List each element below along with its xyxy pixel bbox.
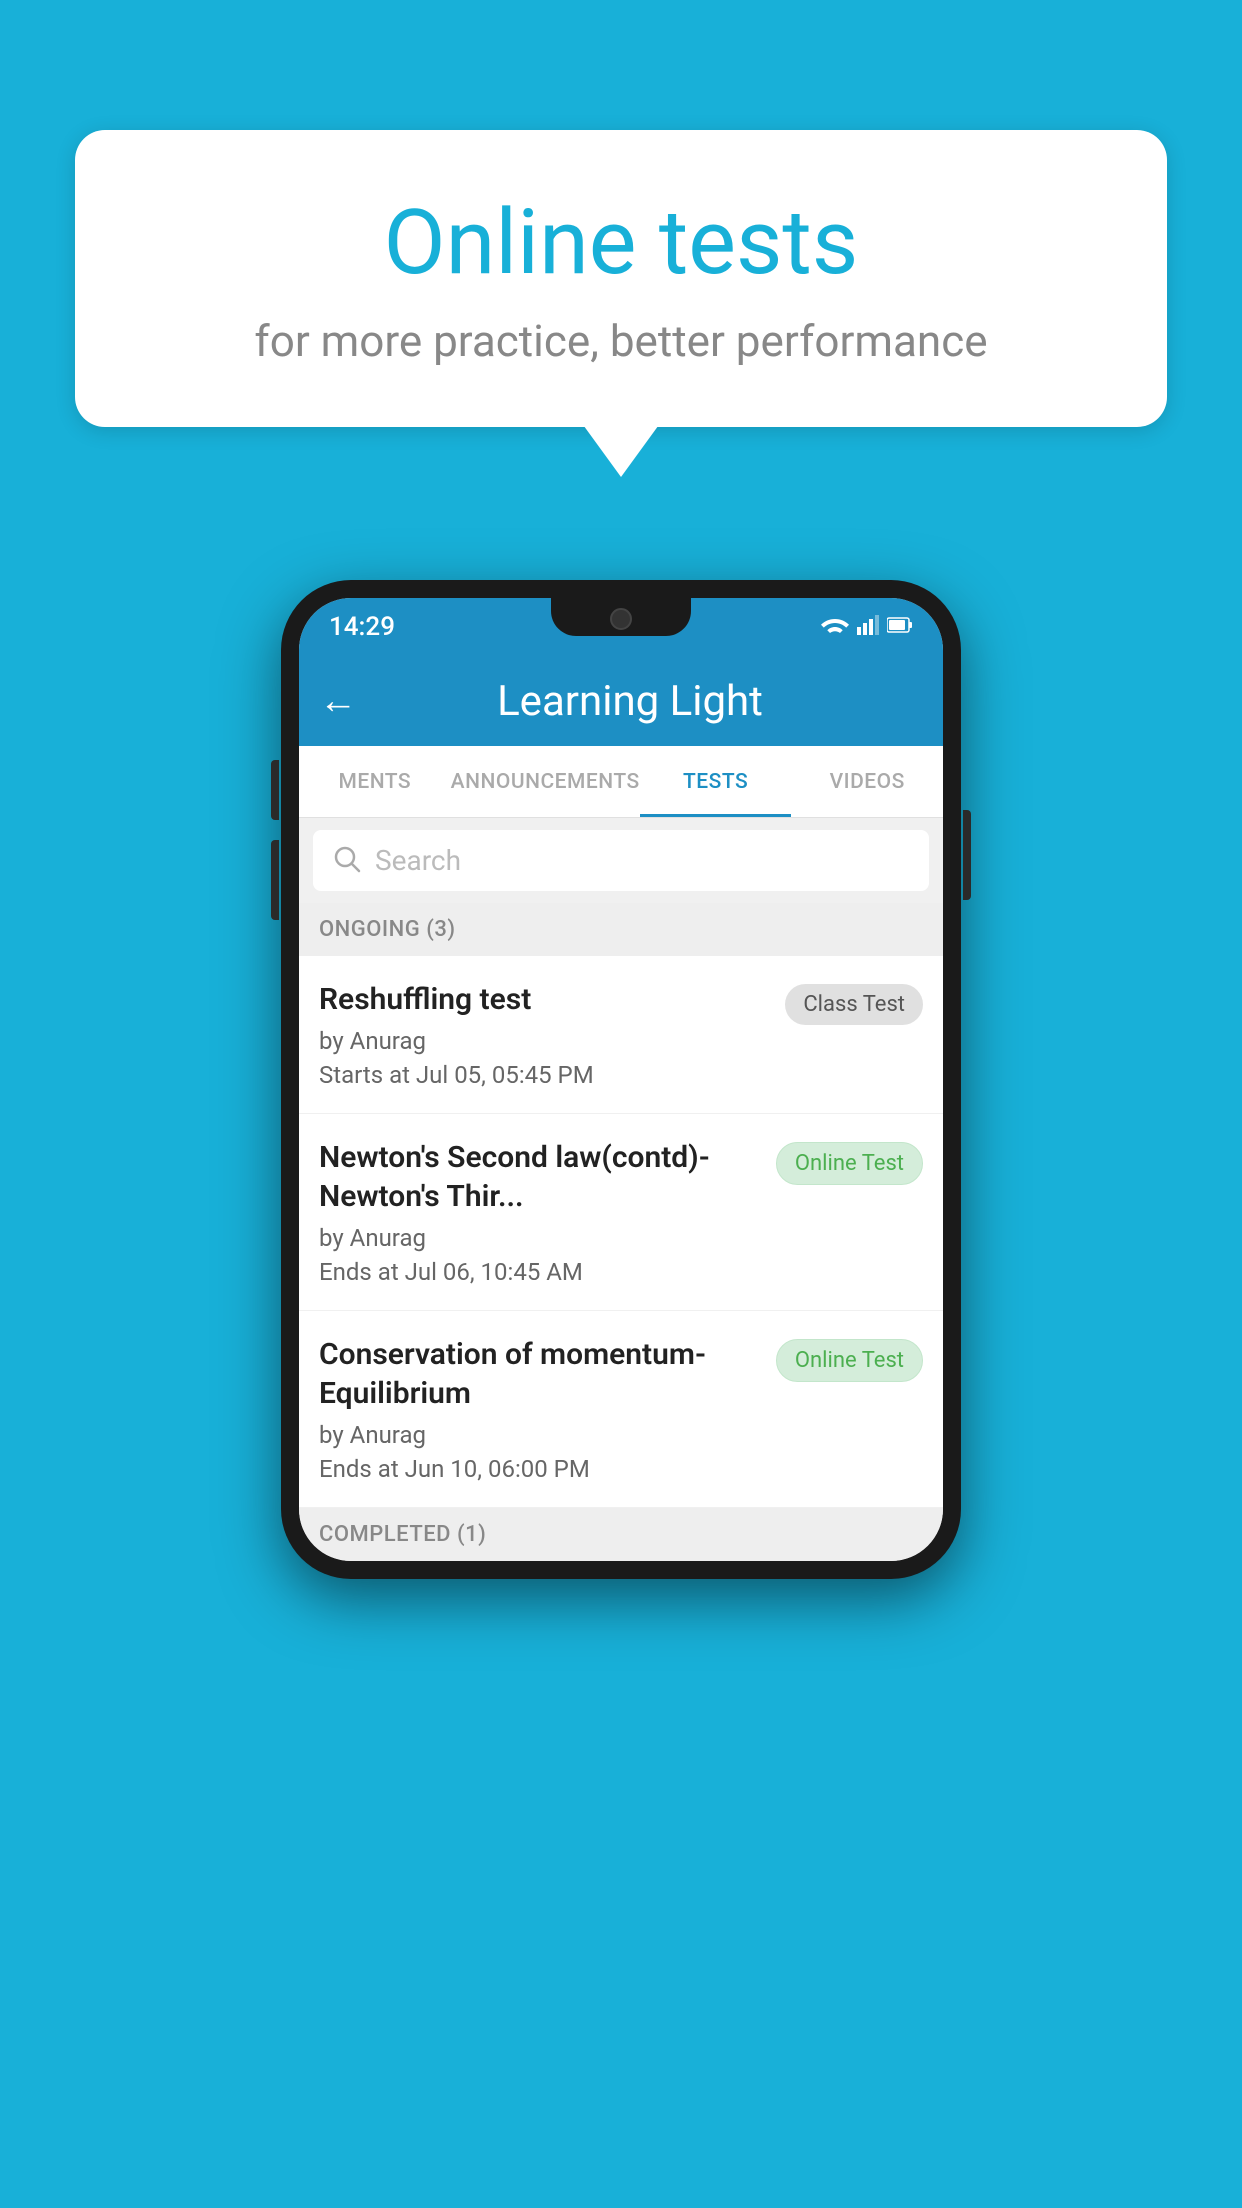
- app-bar-title: Learning Light: [377, 677, 883, 726]
- status-time: 14:29: [329, 612, 395, 642]
- signal-icon: [857, 615, 879, 639]
- tab-announcements[interactable]: ANNOUNCEMENTS: [451, 746, 640, 817]
- test-title-2: Newton's Second law(contd)-Newton's Thir…: [319, 1138, 766, 1216]
- test-date-2: Ends at Jul 06, 10:45 AM: [319, 1258, 766, 1286]
- bubble-subtitle: for more practice, better performance: [155, 315, 1087, 367]
- search-box[interactable]: Search: [313, 830, 929, 891]
- test-title-1: Reshuffling test: [319, 980, 775, 1019]
- back-button[interactable]: ←: [319, 679, 357, 723]
- ongoing-label: ONGOING (3): [319, 917, 456, 942]
- test-author-1: by Anurag: [319, 1027, 775, 1055]
- tab-tests[interactable]: TESTS: [640, 746, 792, 817]
- test-badge-1: Class Test: [785, 984, 923, 1025]
- test-author-3: by Anurag: [319, 1421, 766, 1449]
- search-area: Search: [299, 818, 943, 903]
- phone-outer: 14:29: [281, 580, 961, 1579]
- test-badge-3: Online Test: [776, 1339, 923, 1382]
- completed-section-header: COMPLETED (1): [299, 1508, 943, 1561]
- test-author-2: by Anurag: [319, 1224, 766, 1252]
- test-date-1: Starts at Jul 05, 05:45 PM: [319, 1061, 775, 1089]
- test-item-3[interactable]: Conservation of momentum-Equilibrium by …: [299, 1311, 943, 1508]
- speech-bubble: Online tests for more practice, better p…: [75, 130, 1167, 427]
- phone-camera: [610, 608, 632, 630]
- speech-bubble-container: Online tests for more practice, better p…: [75, 130, 1167, 427]
- wifi-icon: [821, 615, 849, 639]
- test-list: Reshuffling test by Anurag Starts at Jul…: [299, 956, 943, 1508]
- app-bar: ← Learning Light: [299, 656, 943, 746]
- test-badge-2: Online Test: [776, 1142, 923, 1185]
- ongoing-section-header: ONGOING (3): [299, 903, 943, 956]
- bubble-title: Online tests: [155, 190, 1087, 295]
- search-input[interactable]: Search: [375, 844, 461, 877]
- power-button: [963, 810, 971, 900]
- search-icon: [333, 845, 361, 877]
- phone-notch: [551, 598, 691, 636]
- status-icons: [821, 615, 913, 639]
- test-item-1[interactable]: Reshuffling test by Anurag Starts at Jul…: [299, 956, 943, 1114]
- volume-down-button: [271, 840, 279, 920]
- test-content-1: Reshuffling test by Anurag Starts at Jul…: [319, 980, 775, 1089]
- battery-icon: [887, 616, 913, 638]
- test-title-3: Conservation of momentum-Equilibrium: [319, 1335, 766, 1413]
- tab-videos[interactable]: VIDEOS: [791, 746, 943, 817]
- volume-up-button: [271, 760, 279, 820]
- test-item-2[interactable]: Newton's Second law(contd)-Newton's Thir…: [299, 1114, 943, 1311]
- completed-label: COMPLETED (1): [319, 1522, 486, 1547]
- phone-mockup: 14:29: [281, 580, 961, 1579]
- test-date-3: Ends at Jun 10, 06:00 PM: [319, 1455, 766, 1483]
- tab-bar: MENTS ANNOUNCEMENTS TESTS VIDEOS: [299, 746, 943, 818]
- phone-screen: 14:29: [299, 598, 943, 1561]
- tab-ments[interactable]: MENTS: [299, 746, 451, 817]
- test-content-2: Newton's Second law(contd)-Newton's Thir…: [319, 1138, 766, 1286]
- test-content-3: Conservation of momentum-Equilibrium by …: [319, 1335, 766, 1483]
